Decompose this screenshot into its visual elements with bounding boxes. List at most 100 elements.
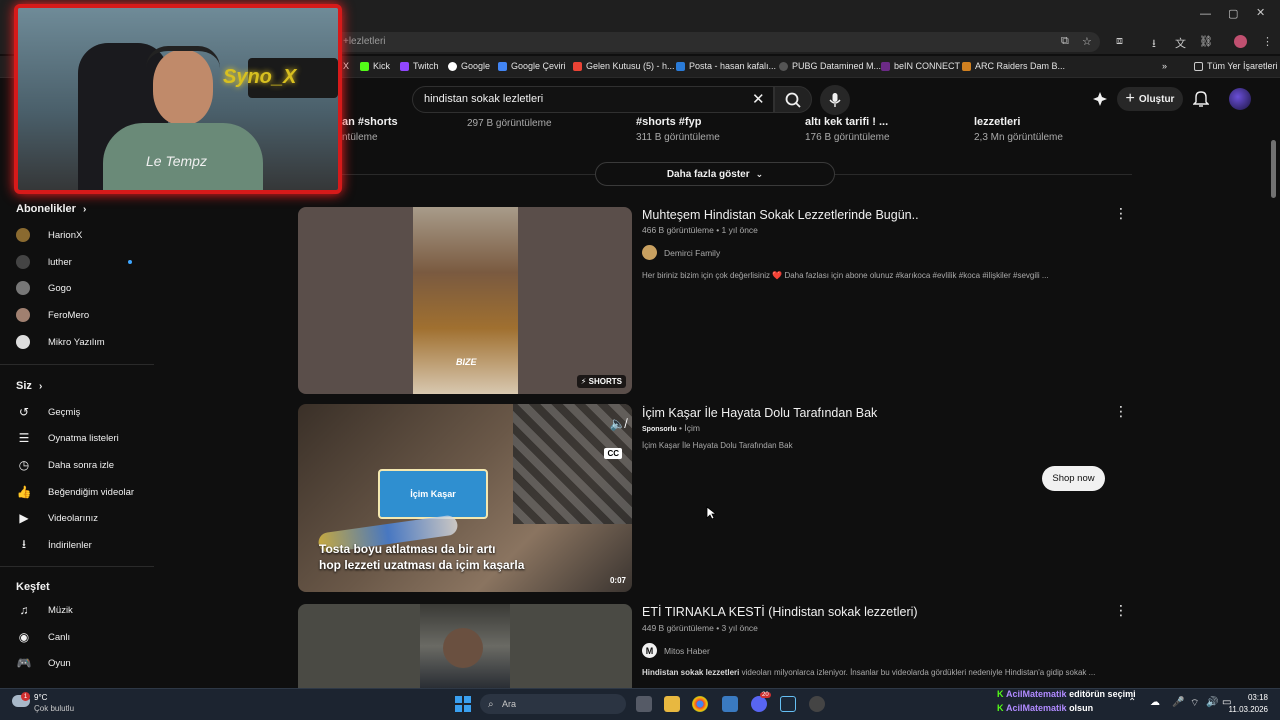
clock-time[interactable]: 03:18 (1232, 693, 1268, 702)
subscription-luther[interactable]: luther (16, 252, 146, 272)
sidebar-item-downloads[interactable]: ⭳ İndirilenler (16, 535, 146, 555)
download-icon: ⭳ (21, 536, 27, 551)
more-options-icon[interactable]: ⋮ (1114, 602, 1128, 619)
create-button[interactable]: + Oluştur (1117, 87, 1183, 111)
mic-tray-icon[interactable]: 🎤 (1172, 697, 1184, 708)
close-window-icon[interactable]: ✕ (1256, 6, 1265, 19)
account-avatar[interactable] (1229, 88, 1251, 110)
ad-description: İçim Kaşar İle Hayata Dolu Tarafından Ba… (642, 441, 793, 450)
subscriptions-heading[interactable]: Abonelikler › (16, 203, 86, 215)
show-more-button[interactable]: Daha fazla göster ⌄ (595, 162, 835, 186)
download-icon[interactable]: ⭳ (1152, 35, 1156, 54)
tray-chevron-icon[interactable]: ⌃ (1128, 697, 1136, 708)
ad-title[interactable]: İçim Kaşar İle Hayata Dolu Tarafından Ba… (642, 406, 877, 420)
bookmarks-overflow[interactable]: » (1162, 61, 1167, 71)
clock-date[interactable]: 11.03.2026 (1218, 705, 1268, 714)
bookmark-gmail[interactable]: Gelen Kutusu (5) - h... (573, 61, 675, 71)
extensions-icon[interactable]: ⧈ (1116, 35, 1123, 48)
volume-icon[interactable]: 🔊 (1206, 697, 1218, 708)
bookmark-google[interactable]: Google (448, 61, 490, 71)
live-icon: ◉ (18, 630, 30, 644)
chip-title-5[interactable]: lezzetleri (974, 116, 1020, 128)
taskbar-search[interactable]: ⌕ Ara (480, 694, 626, 714)
sidebar-item-live[interactable]: ◉ Canlı (16, 627, 146, 647)
install-app-icon[interactable]: ⧉ (1061, 35, 1069, 48)
sidebar-item-your-videos[interactable]: ▶ Videolarınız (16, 508, 146, 528)
kick-icon: K (997, 689, 1004, 699)
more-options-icon[interactable]: ⋮ (1114, 403, 1128, 420)
wifi-icon[interactable]: ⌔ (1190, 697, 1199, 710)
translate-icon[interactable]: 文 (1175, 35, 1186, 51)
sidebar-item-music[interactable]: ♫ Müzik (16, 600, 146, 620)
steam-icon[interactable] (780, 696, 796, 712)
chip-title-1[interactable]: an #shorts (342, 116, 398, 128)
sidebar-item-playlists[interactable]: ☰ Oynatma listeleri (16, 428, 146, 448)
bookmark-kick[interactable]: Kick (360, 61, 390, 71)
sidebar-item-gaming[interactable]: 🎮 Oyun (16, 653, 146, 673)
more-options-icon[interactable]: ⋮ (1114, 205, 1128, 222)
create-sparkle-icon[interactable] (1093, 92, 1107, 106)
profile-avatar[interactable] (1234, 35, 1247, 48)
product-package: İçim Kaşar (378, 469, 488, 519)
bookmark-x[interactable]: X (343, 61, 349, 71)
bookmark-arc-raiders[interactable]: ARC Raiders Dam B... (962, 61, 1065, 71)
sidebar-divider (0, 364, 154, 365)
you-heading[interactable]: Siz › (16, 380, 42, 392)
video-thumbnail-1[interactable]: BIZE ⚡ SHORTS (298, 207, 632, 394)
video-thumbnail-3[interactable] (298, 604, 632, 688)
onedrive-icon[interactable]: ☁ (1150, 697, 1160, 708)
link-icon[interactable]: ⛓ (1199, 35, 1213, 48)
bookmark-twitch[interactable]: Twitch (400, 61, 439, 71)
address-bar[interactable] (330, 32, 1100, 52)
ad-thumbnail[interactable]: İçim Kaşar Tosta boyu atlatması da bir a… (298, 404, 632, 592)
sidebar-item-liked-videos[interactable]: 👍 Beğendiğim videolar (16, 482, 146, 502)
sidebar-item-history[interactable]: ↺ Geçmiş (16, 402, 146, 422)
bookmark-bein[interactable]: beIN CONNECT (881, 61, 960, 71)
google-icon (448, 61, 457, 71)
weather-temp[interactable]: 9°C (34, 693, 47, 702)
clear-search-icon[interactable]: ✕ (752, 90, 765, 108)
subscription-harionx[interactable]: HarionX (16, 225, 146, 245)
video-title-3[interactable]: ETİ TIRNAKLA KESTİ (Hindistan sokak lezz… (642, 605, 918, 619)
bookmark-star-icon[interactable]: ☆ (1082, 35, 1092, 48)
plus-icon: + (1125, 90, 1135, 107)
file-explorer-icon[interactable] (664, 696, 680, 712)
browser-menu-icon[interactable]: ⋮ (1262, 35, 1273, 48)
search-query[interactable]: hindistan sokak lezletleri (424, 93, 543, 105)
voice-search-button[interactable] (820, 85, 850, 115)
video-title-1[interactable]: Muhteşem Hindistan Sokak Lezzetlerinde B… (642, 208, 919, 222)
minimize-icon[interactable]: — (1200, 8, 1211, 20)
chip-title-4[interactable]: altı kek tarifi ! ... (805, 116, 888, 128)
chrome-icon[interactable] (692, 696, 708, 712)
chip-views-3: 311 B görüntüleme (636, 132, 720, 143)
url-text[interactable]: +lezletleri (343, 36, 386, 47)
channel-link-1[interactable]: Demirci Family (642, 245, 720, 260)
maximize-icon[interactable]: ▢ (1228, 7, 1238, 20)
avatar (16, 335, 30, 349)
start-button[interactable] (455, 696, 471, 712)
discord-icon[interactable] (751, 696, 767, 712)
subscription-feromero[interactable]: FeroMero (16, 305, 146, 325)
obs-icon[interactable] (809, 696, 825, 712)
notifications-icon[interactable] (1192, 90, 1210, 112)
search-icon: ⌕ (488, 698, 494, 710)
bookmark-pubg[interactable]: PUBG Datamined M... (779, 61, 881, 71)
network-app-icon[interactable] (722, 696, 738, 712)
page-scrollbar[interactable] (1271, 140, 1276, 198)
subscription-mikro-yazilim[interactable]: Mikro Yazılım (16, 332, 146, 352)
subscription-gogo[interactable]: Gogo (16, 278, 146, 298)
search-button[interactable] (774, 86, 812, 113)
task-view-icon[interactable] (636, 696, 652, 712)
mute-icon[interactable]: 🔈̸ (610, 416, 626, 432)
bookmark-google-translate[interactable]: Google Çeviri (498, 61, 566, 71)
bookmark-outlook[interactable]: Posta - hasan kafalı... (676, 61, 776, 71)
shop-now-button[interactable]: Shop now (1042, 466, 1105, 491)
all-bookmarks[interactable]: Tüm Yer İşaretleri (1194, 61, 1278, 71)
sidebar-item-watch-later[interactable]: ◷ Daha sonra izle (16, 455, 146, 475)
chip-title-3[interactable]: #shorts #fyp (636, 116, 701, 128)
closed-captions-icon[interactable]: CC (604, 448, 622, 459)
weather-desc[interactable]: Çok bulutlu (34, 704, 74, 713)
mic-icon (829, 93, 841, 107)
channel-link-3[interactable]: M Mitos Haber (642, 643, 710, 658)
new-content-dot (128, 260, 132, 264)
